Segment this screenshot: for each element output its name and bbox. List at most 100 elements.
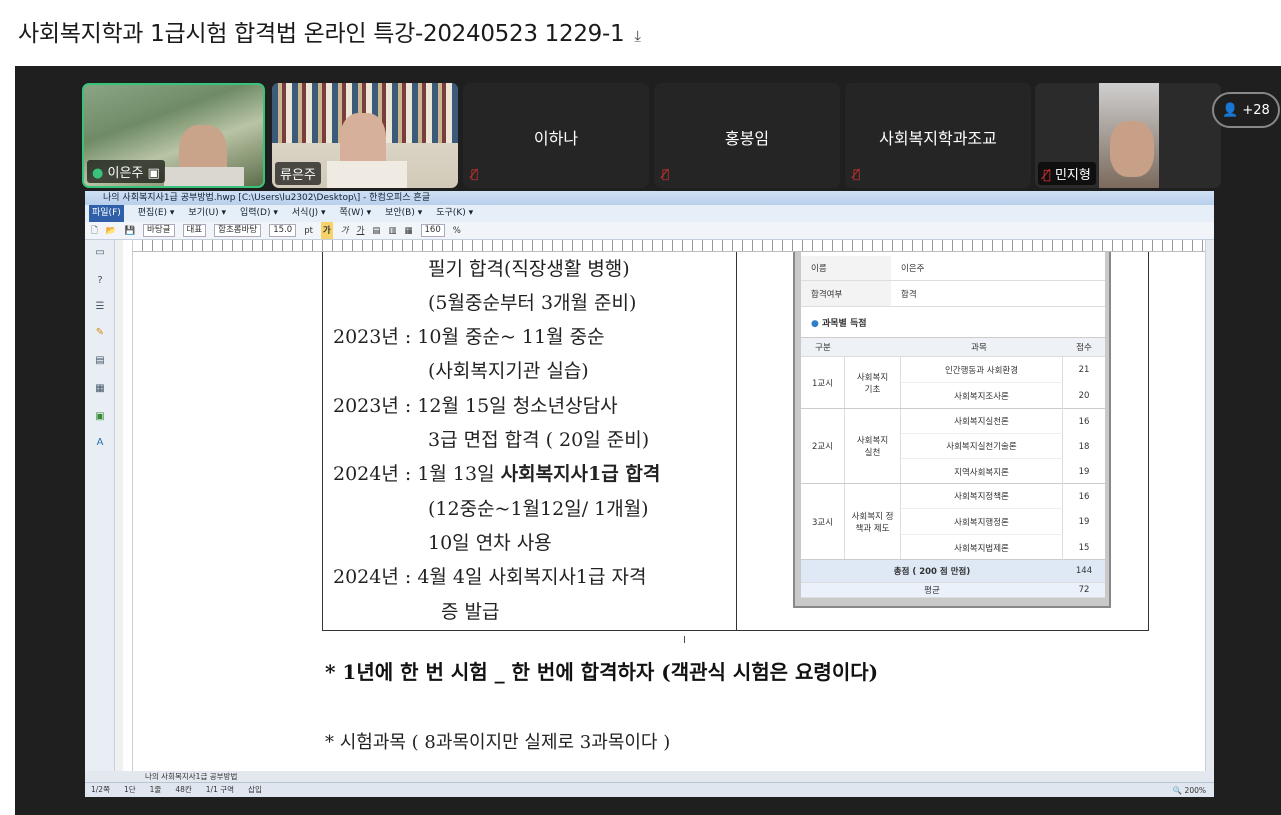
window-title-bar: 사회복지학과 1급시험 합격법 온라인 특강-20240523 1229-1 ⤓ (0, 0, 1281, 66)
menu-page[interactable]: 쪽(W) ▾ (340, 205, 372, 222)
header-session: 구분 (815, 343, 831, 353)
participant-tile[interactable]: 홍봉임 🎙̸ (654, 83, 840, 188)
participant-video-shirt (164, 167, 244, 186)
bullet-icon: ● (811, 319, 819, 329)
help-icon[interactable]: ? (93, 274, 107, 287)
font-select[interactable]: 함초롬바탕 (214, 224, 262, 237)
participant-name-label: 류은주 (275, 162, 321, 185)
doc-line: 10일 연차 사용 (428, 532, 552, 554)
mic-muted-icon: 🎙̸ (471, 167, 479, 181)
italic-icon[interactable]: 가 (341, 222, 349, 239)
vertical-ruler (123, 240, 133, 775)
new-doc-icon[interactable]: 🗋 (91, 222, 98, 239)
score-card: 이름 이은주 합격여부 합격 ● 과목별 득점 구분 과목 점수 1교시 사회복… (801, 252, 1105, 598)
menu-format[interactable]: 서식(J) ▾ (292, 205, 326, 222)
doc-bold-text: 사회복지사1급 합격 (500, 463, 661, 485)
line-spacing-input[interactable]: 160 (420, 224, 445, 237)
doc-line: (12중순~1월12일/ 1개월) (428, 498, 649, 520)
pass-value: 합격 (901, 289, 917, 300)
mic-on-icon: ● (92, 166, 104, 181)
line-spacing-unit: % (452, 226, 461, 236)
pen-icon[interactable]: ✎ (93, 326, 107, 339)
lang-select[interactable]: 대표 (182, 224, 207, 237)
text-art-icon[interactable]: A (93, 436, 107, 449)
participant-tile-video[interactable]: 류은주 (272, 83, 458, 188)
pass-label: 합격여부 (801, 281, 891, 306)
table-icon[interactable]: ▦ (93, 382, 107, 395)
document-table: 필기 합격(직장생활 병행) (5월중순부터 3개월 준비) 2023년 : 1… (322, 252, 1149, 631)
section-title: ● 과목별 득점 (811, 319, 867, 329)
participant-tile-video[interactable]: ● 이은주 ▣ (82, 83, 265, 188)
participant-name: 이하나 (533, 129, 579, 148)
average-value: 72 (1078, 585, 1090, 595)
score-group: 1교시 사회복지 기초 인간행동과 사회환경 21 사회복지조사론 20 (801, 357, 1105, 409)
subject-name: 인간행동과 사회환경 (901, 357, 1063, 383)
document-page[interactable]: 필기 합격(직장생활 병행) (5월중순부터 3개월 준비) 2023년 : 1… (133, 252, 1214, 771)
subject-score: 16 (1078, 416, 1090, 427)
table-divider (736, 252, 737, 630)
image-icon[interactable]: ▣ (93, 410, 107, 423)
subject-name: 사회복지실천론 (901, 409, 1063, 434)
status-column: 1단 (123, 785, 136, 794)
align-left-icon[interactable]: ▤ (372, 222, 380, 239)
mic-muted-icon: 🎙̸ (662, 167, 670, 181)
subject-score: 19 (1078, 517, 1090, 527)
area-label: 사회복지 기초 (845, 357, 901, 408)
document-tab[interactable]: 나의 사회복지사1급 공부방법 (145, 772, 237, 781)
zoom-level[interactable]: 🔍 200% (1173, 784, 1206, 797)
score-card-image: 이름 이은주 합격여부 합격 ● 과목별 득점 구분 과목 점수 1교시 사회복… (793, 252, 1111, 608)
font-size-input[interactable]: 15.0 (269, 224, 297, 237)
hwp-menu-bar: 파일(F) 편집(E) ▾ 보기(U) ▾ 입력(D) ▾ 서식(J) ▾ 쪽(… (85, 205, 1214, 222)
list-icon[interactable]: ☰ (93, 300, 107, 313)
person-icon: 👤 (1222, 102, 1239, 118)
menu-tools[interactable]: 도구(K) ▾ (436, 205, 473, 222)
status-line: 1줄 (149, 785, 162, 794)
participant-tile-video[interactable]: 🎙̸ 민지형 (1035, 83, 1221, 188)
download-icon[interactable]: ⤓ (634, 27, 641, 45)
session-label: 3교시 (801, 484, 845, 559)
doc-line: (5월중순부터 3개월 준비) (428, 292, 637, 314)
style-select[interactable]: 바탕글 (143, 224, 175, 237)
align-justify-icon[interactable]: ▦ (404, 222, 412, 239)
save-icon[interactable]: 💾 (124, 222, 135, 239)
header-score: 점수 (1076, 343, 1092, 353)
subject-score: 21 (1078, 365, 1090, 375)
menu-security[interactable]: 보안(B) ▾ (385, 205, 422, 222)
score-row-pass: 합격여부 합격 (801, 281, 1105, 307)
header-subject: 과목 (971, 343, 987, 353)
subject-name: 사회복지행정론 (901, 509, 1063, 535)
menu-edit[interactable]: 편집(E) ▾ (138, 205, 175, 222)
doc-line: 2024년 : 4월 4일 사회복지사1급 자격 (333, 566, 647, 588)
status-mode: 삽입 (248, 785, 262, 794)
mic-muted-icon: 🎙̸ (1043, 168, 1051, 183)
total-value: 144 (1075, 566, 1093, 576)
more-participants-button[interactable]: 👤 +28 (1212, 92, 1280, 128)
participant-tile[interactable]: 이하나 🎙̸ (463, 83, 649, 188)
subject-name: 사회복지정책론 (901, 484, 1063, 509)
doc-icon[interactable]: ▤ (93, 354, 107, 367)
name-label: 이름 (801, 256, 891, 280)
subject-score: 19 (1078, 466, 1090, 477)
menu-file[interactable]: 파일(F) (89, 205, 124, 222)
score-group: 3교시 사회복지 정책과 제도 사회복지정책론 16 사회복지행정론 19 사회… (801, 484, 1105, 560)
doc-line: 증 발급 (441, 601, 500, 623)
page-icon[interactable]: ▭ (93, 246, 107, 259)
session-label: 2교시 (801, 409, 845, 483)
bold-icon[interactable]: 가 (320, 222, 333, 239)
subject-name: 사회복지실천기술론 (901, 434, 1063, 459)
subject-name: 사회복지법제론 (901, 535, 1063, 560)
meeting-viewer: ● 이은주 ▣ 류은주 이하나 🎙̸ 홍봉임 🎙̸ 사회복지학과조교 🎙̸ 🎙̸… (15, 66, 1281, 815)
align-center-icon[interactable]: ▥ (388, 222, 396, 239)
area-label: 사회복지 정책과 제도 (845, 484, 901, 559)
doc-line: (사회복지기관 실습) (428, 360, 589, 382)
subject-score: 18 (1078, 441, 1090, 452)
participant-tile[interactable]: 사회복지학과조교 🎙̸ (845, 83, 1031, 188)
menu-view[interactable]: 보기(U) ▾ (188, 205, 226, 222)
open-icon[interactable]: 📂 (106, 222, 117, 239)
vertical-scrollbar[interactable] (1205, 240, 1214, 775)
score-header-row: 구분 과목 점수 (801, 337, 1105, 357)
text-cursor-icon: I (683, 635, 686, 646)
subject-score: 15 (1078, 542, 1090, 553)
menu-insert[interactable]: 입력(D) ▾ (240, 205, 278, 222)
underline-icon[interactable]: 가 (357, 222, 365, 239)
